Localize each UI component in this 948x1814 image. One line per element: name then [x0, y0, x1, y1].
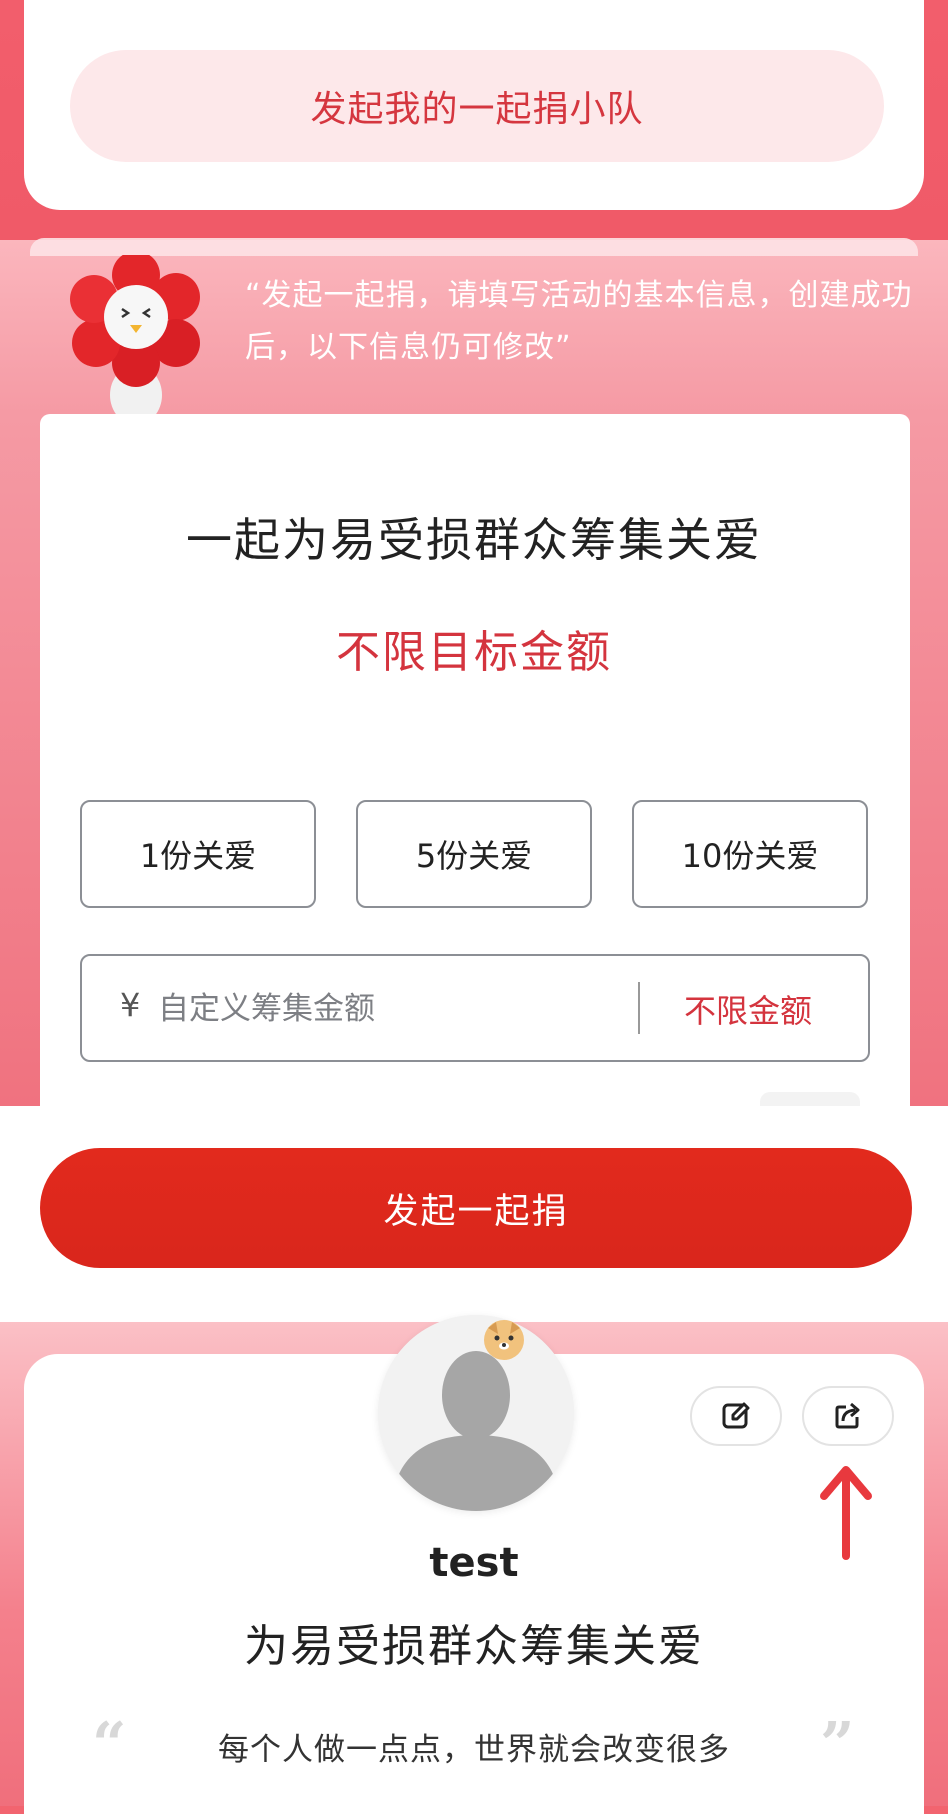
- slogan: 每个人做一点点，世界就会改变很多: [218, 1732, 730, 1768]
- flower-mascot-icon: [70, 255, 200, 425]
- custom-amount-input[interactable]: [156, 980, 600, 1038]
- campaign-title: 一起为易受损群众筹集关爱: [186, 513, 762, 567]
- username: test: [429, 1540, 519, 1586]
- unlimited-amount-toggle[interactable]: 不限金额: [684, 986, 812, 1032]
- divider: [638, 982, 640, 1034]
- option-5-shares[interactable]: 5份关爱: [356, 800, 592, 908]
- close-quote-mark: ”: [820, 1710, 855, 1780]
- card-edge: [30, 238, 918, 256]
- default-avatar-icon: [378, 1315, 574, 1511]
- edit-icon: [722, 1402, 750, 1429]
- option-10-shares[interactable]: 10份关爱: [632, 800, 868, 908]
- target-amount-label: 不限目标金额: [336, 627, 612, 678]
- option-1-share[interactable]: 1份关爱: [80, 800, 316, 908]
- intro-quote: “发起一起捐，请填写活动的基本信息，创建成功后，以下信息仍可修改”: [245, 278, 913, 365]
- avatar: [378, 1315, 574, 1511]
- launch-donation-button[interactable]: 发起一起捐: [40, 1148, 912, 1268]
- share-button[interactable]: [802, 1386, 894, 1446]
- edit-button[interactable]: [690, 1386, 782, 1446]
- dog-badge-icon: [484, 1320, 524, 1360]
- launch-team-button[interactable]: 发起我的一起捐小队: [70, 50, 884, 162]
- team-title: 为易受损群众筹集关爱: [244, 1621, 704, 1672]
- share-icon: [835, 1402, 860, 1429]
- currency-symbol: ¥: [120, 986, 141, 1024]
